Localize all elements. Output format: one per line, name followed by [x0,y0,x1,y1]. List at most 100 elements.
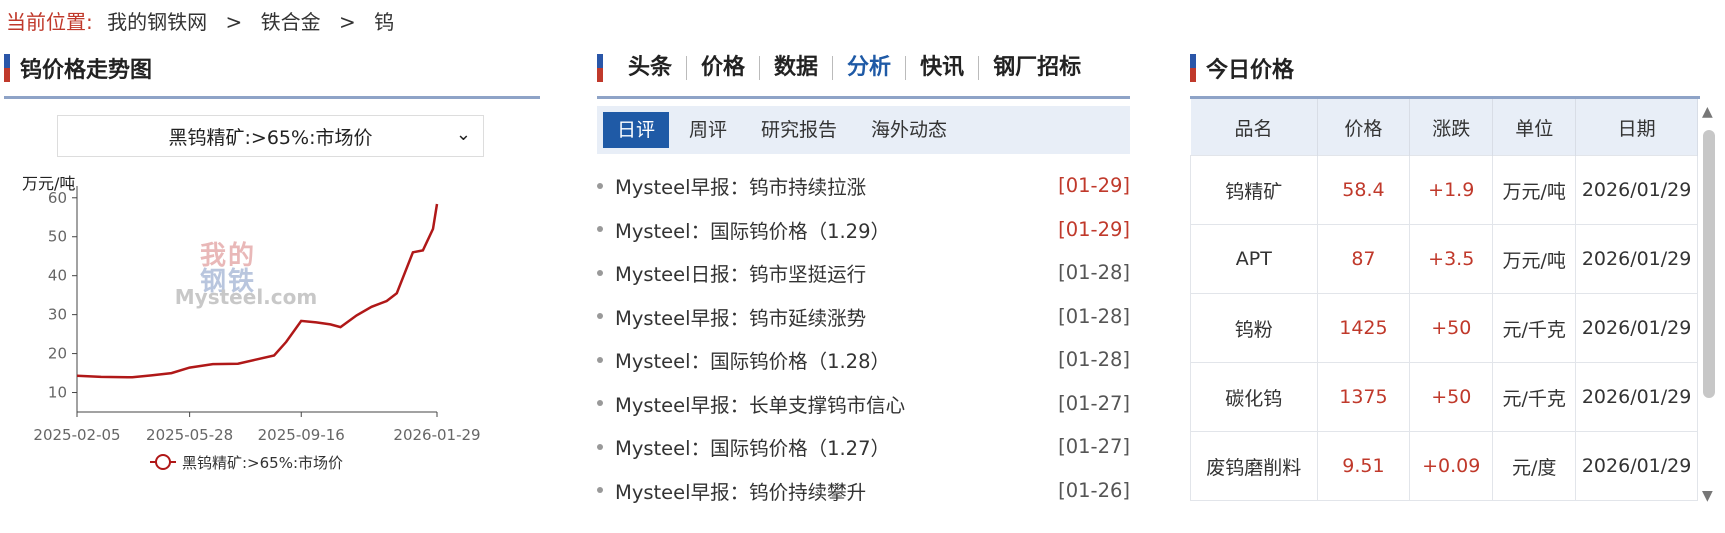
news-item[interactable]: Mysteel早报：钨市延续涨势 [01-28] [597,295,1130,339]
title-accent-bar [4,54,10,82]
subtab-0[interactable]: 日评 [603,112,670,148]
news-item[interactable]: Mysteel：国际钨价格（1.27） [01-27] [597,425,1130,469]
legend-label: 黑钨精矿:>65%:市场价 [182,454,343,472]
today-price-title: 今日价格 [1206,58,1295,83]
table-cell: 2026/01/29 [1575,224,1698,294]
table-row[interactable]: 钨精矿 58.4 +1.9 万元/吨 2026/01/29 [1190,155,1698,225]
table-cell: 万元/吨 [1492,224,1577,294]
table-scrollbar[interactable]: ▲ ▼ [1700,104,1718,504]
today-price-section-title: 今日价格 [1190,50,1294,86]
legend-marker [155,454,171,470]
news-tabs-accent [597,50,603,86]
table-header-cell: 品名 [1190,99,1318,156]
section-divider [597,96,1130,99]
news-date: [01-28] [1058,348,1130,372]
table-row[interactable]: 废钨磨削料 9.51 +0.09 元/度 2026/01/29 [1190,431,1698,501]
news-title[interactable]: Mysteel日报：钨市坚挺运行 [615,258,1058,287]
table-cell: +3.5 [1409,224,1494,294]
table-cell: 元/千克 [1492,293,1577,363]
news-date: [01-29] [1058,217,1130,241]
news-item[interactable]: Mysteel早报：钨市持续拉涨 [01-29] [597,164,1130,208]
table-cell: 万元/吨 [1492,155,1577,225]
news-list: Mysteel早报：钨市持续拉涨 [01-29] Mysteel：国际钨价格（1.2… [597,164,1130,512]
news-item[interactable]: Mysteel：国际钨价格（1.29） [01-29] [597,208,1130,252]
x-tick-label: 2026-01-29 [393,426,480,444]
tab-4[interactable]: 快讯 [906,56,980,80]
y-tick-label: 30 [48,306,67,324]
table-row[interactable]: 碳化钨 1375 +50 元/千克 2026/01/29 [1190,362,1698,432]
news-subtabs: 日评 周评 研究报告 海外动态 [597,106,1130,154]
news-date: [01-27] [1058,391,1130,415]
tab-3[interactable]: 分析 [833,56,907,80]
table-cell: 钨粉 [1190,293,1318,363]
y-tick-label: 50 [48,228,67,246]
news-date: [01-28] [1058,304,1130,328]
news-tabs: 头条 价格 数据 分析 快讯 钢厂招标 [614,50,1095,86]
subtab-1[interactable]: 周评 [675,112,741,148]
table-cell: 钨精矿 [1190,155,1318,225]
table-cell: 9.51 [1316,431,1411,501]
news-title[interactable]: Mysteel：国际钨价格（1.27） [615,432,1058,461]
bullet-icon [597,269,603,276]
news-date: [01-26] [1058,478,1130,502]
table-cell: 2026/01/29 [1575,293,1698,363]
y-tick-label: 20 [48,345,67,363]
breadcrumb-link-tungsten[interactable]: 钨 [374,10,394,34]
breadcrumb-separator: > [225,10,243,34]
bullet-icon [597,182,603,189]
tab-1[interactable]: 价格 [687,56,761,80]
table-cell: +0.09 [1409,431,1494,501]
y-tick-label: 40 [48,267,67,285]
news-item[interactable]: Mysteel早报：长单支撑钨市信心 [01-27] [597,382,1130,426]
price-trend-chart: 我的钢铁Mysteel.com1020304050602025-02-05 202… [33,186,481,472]
table-cell: +50 [1409,293,1494,363]
table-cell: 2026/01/29 [1575,431,1698,501]
bullet-icon [597,487,603,494]
news-item[interactable]: Mysteel：国际钨价格（1.28） [01-28] [597,338,1130,382]
news-item[interactable]: Mysteel日报：钨市坚挺运行 [01-28] [597,251,1130,295]
news-item[interactable]: Mysteel早报：钨价持续攀升 [01-26] [597,469,1130,513]
table-row[interactable]: 钨粉 1425 +50 元/千克 2026/01/29 [1190,293,1698,363]
breadcrumb-link-ferroalloy[interactable]: 铁合金 [261,10,321,34]
bullet-icon [597,313,603,320]
breadcrumb-link-home[interactable]: 我的钢铁网 [107,10,207,34]
news-title[interactable]: Mysteel早报：钨市持续拉涨 [615,171,1058,200]
news-title[interactable]: Mysteel早报：钨市延续涨势 [615,302,1058,331]
table-cell: 1375 [1316,362,1411,432]
news-title[interactable]: Mysteel早报：长单支撑钨市信心 [615,389,1058,418]
news-title[interactable]: Mysteel：国际钨价格（1.29） [615,215,1058,244]
price-table: 品名 价格 涨跌 单位 日期 钨精矿 58.4 +1.9 万元/吨 2026/01/29 APT 8… [1190,99,1698,501]
scroll-down-arrow-icon[interactable]: ▼ [1702,488,1713,504]
product-select-value: 黑钨精矿:>65%:市场价 [168,126,373,149]
table-row[interactable]: APT 87 +3.5 万元/吨 2026/01/29 [1190,224,1698,294]
x-tick-label: 2025-09-16 [258,426,345,444]
title-accent-bar [597,54,603,82]
news-title[interactable]: Mysteel早报：钨价持续攀升 [615,476,1058,505]
tab-5[interactable]: 钢厂招标 [979,56,1095,80]
table-cell: 元/度 [1492,431,1577,501]
breadcrumb: 当前位置: 我的钢铁网 > 铁合金 > 钨 [6,6,394,35]
table-cell: 2026/01/29 [1575,362,1698,432]
section-divider [4,96,540,99]
price-table-viewport: 品名 价格 涨跌 单位 日期 钨精矿 58.4 +1.9 万元/吨 2026/01/29 APT 8… [1190,96,1698,504]
product-select[interactable]: 黑钨精矿:>65%:市场价 ⌄ [57,115,484,157]
news-title[interactable]: Mysteel：国际钨价格（1.28） [615,345,1058,374]
bullet-icon [597,400,603,407]
tab-0[interactable]: 头条 [614,56,688,80]
table-header-cell: 涨跌 [1409,99,1494,156]
tab-2[interactable]: 数据 [760,56,834,80]
breadcrumb-lead: 当前位置: [6,10,93,34]
table-cell: 87 [1316,224,1411,294]
bullet-icon [597,356,603,363]
table-cell: 1425 [1316,293,1411,363]
scroll-up-arrow-icon[interactable]: ▲ [1702,104,1713,120]
y-tick-label: 10 [48,384,67,402]
bullet-icon [597,226,603,233]
subtab-3[interactable]: 海外动态 [857,112,961,148]
scrollbar-thumb[interactable] [1703,130,1715,398]
news-date: [01-27] [1058,435,1130,459]
subtab-2[interactable]: 研究报告 [747,112,851,148]
table-cell: APT [1190,224,1318,294]
bullet-icon [597,443,603,450]
watermark-logo: Mysteel.com [175,285,317,309]
